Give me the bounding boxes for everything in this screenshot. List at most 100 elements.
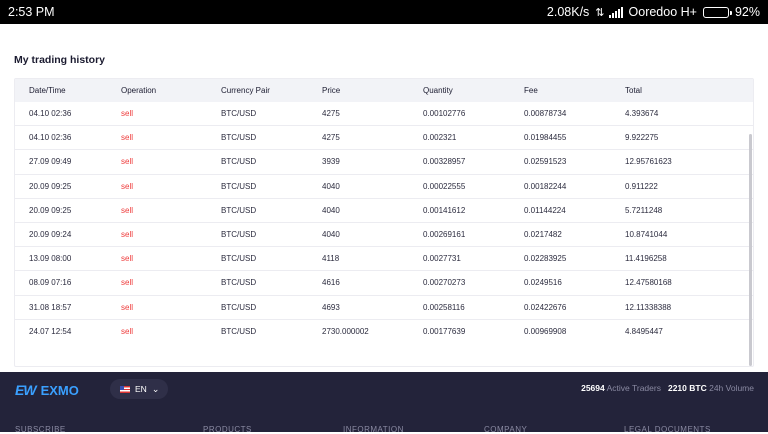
cell-date-time: 04.10 02:36 [29, 109, 72, 119]
table-row: 24.07 12:54 sell BTC/USD 2730.000002 0.00177… [15, 320, 753, 344]
cell-fee: 0.0217482 [524, 230, 562, 240]
header-fee[interactable]: Fee [510, 86, 611, 95]
footer-nav-company[interactable]: COMPANY [484, 425, 527, 434]
table-row: 08.09 07:16 sell BTC/USD 4616 0.00270273 0.02… [15, 271, 753, 296]
cell-date-time: 31.08 18:57 [29, 302, 72, 312]
cell-currency-pair: BTC/USD [221, 205, 257, 215]
cell-price: 4616 [322, 278, 340, 288]
table-scrollbar[interactable] [749, 134, 752, 366]
cell-quantity: 0.00102776 [423, 109, 466, 119]
us-flag-icon [120, 385, 130, 393]
page-title: My trading history [14, 54, 106, 66]
table-row: 20.09 09:25 sell BTC/USD 4040 0.00141612 0.01… [15, 199, 753, 223]
status-time: 2:53 PM [8, 5, 55, 19]
language-label: EN [135, 384, 147, 394]
table-row: 31.08 18:57 sell BTC/USD 4693 0.00258116 0.02… [15, 296, 753, 320]
cell-date-time: 08.09 07:16 [29, 278, 72, 288]
cell-quantity: 0.00270273 [423, 278, 466, 288]
header-price[interactable]: Price [308, 86, 409, 95]
cell-date-time: 04.10 02:36 [29, 133, 72, 143]
cell-fee: 0.00878734 [524, 109, 567, 119]
cell-total: 12.95761623 [625, 157, 672, 167]
cell-fee: 0.00969908 [524, 327, 567, 337]
cell-operation: sell [121, 254, 134, 264]
table-header: Date/Time Operation Currency Pair Price … [15, 79, 753, 102]
cell-fee: 0.01984455 [524, 133, 567, 143]
cell-currency-pair: BTC/USD [221, 230, 257, 240]
table-row: 20.09 09:25 sell BTC/USD 4040 0.00022555 0.00… [15, 175, 753, 199]
cell-price: 4275 [322, 109, 340, 119]
cell-quantity: 0.00328957 [423, 157, 466, 167]
active-traders-label: Active Traders [606, 383, 661, 393]
cell-currency-pair: BTC/USD [221, 133, 257, 143]
cell-fee: 0.02591523 [524, 157, 567, 167]
cell-currency-pair: BTC/USD [221, 181, 257, 191]
cell-operation: sell [121, 205, 134, 215]
carrier-name: Ooredoo H+ [628, 5, 697, 19]
cell-total: 5.7211248 [625, 205, 663, 215]
cell-total: 4.393674 [625, 109, 659, 119]
cell-quantity: 0.00022555 [423, 181, 466, 191]
cell-fee: 0.02422676 [524, 302, 567, 312]
cell-fee: 0.02283925 [524, 254, 567, 264]
cell-quantity: 0.00177639 [423, 327, 466, 337]
footer-nav-products[interactable]: PRODUCTS [203, 425, 252, 434]
exmo-logo[interactable]: EW EXMO [15, 382, 79, 398]
cell-currency-pair: BTC/USD [221, 302, 257, 312]
trading-history-table: Date/Time Operation Currency Pair Price … [14, 78, 754, 367]
header-quantity[interactable]: Quantity [409, 86, 510, 95]
cell-price: 4693 [322, 302, 340, 312]
status-right: 2.08K/s ⇅ Ooredoo H+ 92% [547, 5, 760, 19]
cell-quantity: 0.00141612 [423, 205, 466, 215]
footer: EW EXMO EN ⌄ 25694 Active Traders 2210 B… [0, 372, 768, 434]
cell-fee: 0.0249516 [524, 278, 562, 288]
header-currency-pair[interactable]: Currency Pair [207, 86, 308, 95]
exmo-logo-text: EXMO [40, 382, 79, 398]
cell-operation: sell [121, 109, 134, 119]
cell-price: 4275 [322, 133, 340, 143]
footer-nav-information[interactable]: INFORMATION [343, 425, 404, 434]
cell-operation: sell [121, 278, 134, 288]
cell-date-time: 13.09 08:00 [29, 254, 72, 264]
cell-price: 4040 [322, 205, 340, 215]
cell-date-time: 24.07 12:54 [29, 327, 72, 337]
cell-operation: sell [121, 133, 134, 143]
header-total[interactable]: Total [611, 86, 751, 95]
cell-currency-pair: BTC/USD [221, 327, 257, 337]
battery-icon [702, 6, 732, 18]
table-row: 04.10 02:36 sell BTC/USD 4275 0.00102776 0.00… [15, 102, 753, 127]
cell-quantity: 0.00269161 [423, 230, 466, 240]
cell-total: 11.4196258 [625, 254, 667, 264]
cell-quantity: 0.00258116 [423, 302, 465, 312]
cell-price: 4118 [322, 254, 340, 264]
cell-currency-pair: BTC/USD [221, 109, 257, 119]
data-arrows-icon: ⇅ [595, 6, 604, 19]
cell-operation: sell [121, 230, 134, 240]
volume-label: 24h Volume [709, 383, 754, 393]
header-date-time[interactable]: Date/Time [15, 86, 107, 95]
signal-icon [608, 6, 623, 18]
exchange-stats: 25694 Active Traders 2210 BTC 24h Volume [581, 383, 754, 393]
header-operation[interactable]: Operation [107, 86, 207, 95]
trading-history-page: My trading history Date/Time Operation C… [0, 24, 768, 372]
cell-operation: sell [121, 302, 134, 312]
language-selector[interactable]: EN ⌄ [110, 379, 168, 399]
cell-fee: 0.00182244 [524, 181, 567, 191]
cell-date-time: 27.09 09:49 [29, 157, 72, 167]
table-row: 27.09 09:49 sell BTC/USD 3939 0.00328957 0.02… [15, 150, 753, 175]
battery-percent: 92% [734, 5, 760, 19]
table-body: 04.10 02:36 sell BTC/USD 4275 0.00102776 0.00… [15, 102, 753, 344]
cell-total: 4.8495447 [625, 327, 663, 337]
cell-operation: sell [121, 327, 134, 337]
table-row: 13.09 08:00 sell BTC/USD 4118 0.0027731 0.022… [15, 247, 753, 272]
status-bar: 2:53 PM 2.08K/s ⇅ Ooredoo H+ 92% [0, 0, 768, 24]
cell-price: 3939 [322, 157, 340, 167]
cell-date-time: 20.09 09:25 [29, 181, 72, 191]
cell-price: 2730.000002 [322, 327, 369, 337]
footer-nav-legal-documents[interactable]: LEGAL DOCUMENTS [624, 425, 711, 434]
table-row: 04.10 02:36 sell BTC/USD 4275 0.002321 0.0198… [15, 126, 753, 151]
footer-nav-subscribe[interactable]: SUBSCRIBE [15, 425, 66, 434]
chevron-down-icon: ⌄ [151, 383, 160, 394]
cell-price: 4040 [322, 181, 340, 191]
cell-quantity: 0.002321 [423, 133, 457, 143]
